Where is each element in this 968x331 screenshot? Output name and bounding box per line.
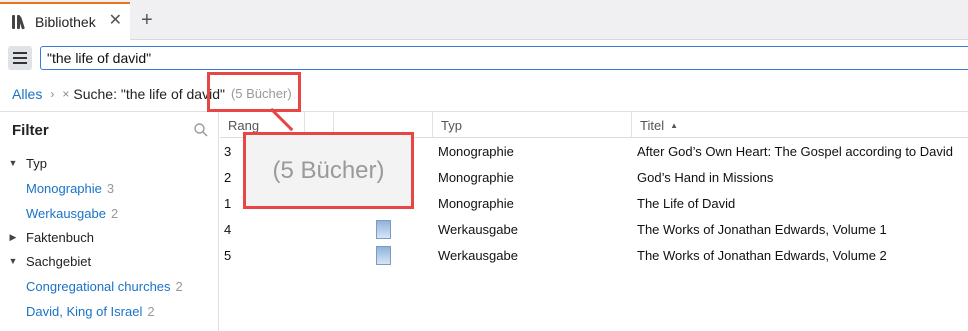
menu-icon[interactable] (8, 46, 32, 70)
sort-ascending-icon: ▲ (670, 120, 678, 130)
breadcrumb-separator: › (50, 86, 55, 101)
breadcrumb-all-link[interactable]: Alles (12, 86, 42, 102)
cell-rank: 2 (224, 169, 232, 185)
facet-group-sachgebiet[interactable]: ▼ Sachgebiet (0, 249, 92, 273)
facet-value-count: 2 (110, 205, 119, 221)
facet-value-count: 2 (147, 303, 155, 319)
expanded-triangle-icon: ▼ (8, 158, 18, 168)
column-header-type[interactable]: Typ (433, 112, 632, 138)
cell-type: Werkausgabe (438, 221, 518, 237)
facet-value-label: David, King of Israel (26, 303, 143, 319)
filter-sidebar: Filter ▼ Typ Monographie 3 Werkausgabe 2… (0, 112, 219, 331)
remove-search-icon[interactable]: × (62, 87, 69, 101)
expanded-triangle-icon: ▼ (8, 256, 18, 266)
tab-title: Bibliothek (35, 14, 96, 30)
cell-type: Monographie (438, 143, 514, 159)
cell-type: Werkausgabe (438, 247, 518, 263)
facet-value-count: 2 (175, 278, 183, 294)
library-icon (12, 15, 28, 30)
facet-value-congregational-churches[interactable]: Congregational churches 2 (0, 274, 183, 298)
cell-title: The Works of Jonathan Edwards, Volume 2 (637, 247, 887, 263)
book-cover-icon (376, 246, 391, 265)
facet-group-label: Faktenbuch (26, 229, 94, 245)
tab-bibliothek[interactable]: Bibliothek ✕ (0, 2, 130, 40)
facet-value-label: Congregational churches (26, 278, 171, 294)
breadcrumb: Alles › × Suche: "the life of david" (5 … (0, 76, 968, 112)
table-row[interactable]: 4 Werkausgabe The Works of Jonathan Edwa… (220, 216, 968, 242)
facet-value-label: Werkausgabe (26, 205, 106, 221)
zoom-callout-text: (5 Bücher) (272, 156, 385, 184)
cell-title: The Works of Jonathan Edwards, Volume 1 (637, 221, 887, 237)
search-icon[interactable] (194, 123, 208, 137)
cell-type: Monographie (438, 169, 514, 185)
cell-rank: 3 (224, 143, 232, 159)
collapsed-triangle-icon: ▶ (9, 231, 17, 242)
facet-value-monographie[interactable]: Monographie 3 (0, 176, 114, 200)
filter-title: Filter (12, 122, 49, 139)
facet-value-label: Monographie (26, 180, 102, 196)
column-header-label: Titel (640, 117, 665, 133)
search-row (0, 40, 968, 76)
tab-bar: Bibliothek ✕ + (0, 0, 968, 40)
cell-rank: 5 (224, 247, 232, 263)
column-header-label: Rang (228, 117, 260, 133)
zoom-callout: (5 Bücher) (243, 132, 414, 209)
cell-title: God’s Hand in Missions (637, 169, 774, 185)
facet-value-werkausgabe[interactable]: Werkausgabe 2 (0, 201, 118, 225)
facet-group-faktenbuch[interactable]: ▶ Faktenbuch (0, 225, 94, 249)
facet-value-count: 3 (106, 180, 115, 196)
column-header-title[interactable]: Titel ▲ (632, 112, 958, 138)
book-cover-icon (376, 220, 391, 239)
facet-group-label: Sachgebiet (26, 253, 92, 269)
facet-group-typ[interactable]: ▼ Typ (0, 151, 47, 175)
close-tab-icon[interactable]: ✕ (109, 13, 122, 29)
cell-type: Monographie (438, 195, 514, 211)
facet-group-label: Typ (26, 155, 47, 171)
breadcrumb-search-label: Suche: "the life of david" (73, 85, 225, 102)
search-input[interactable] (40, 46, 968, 70)
cell-rank: 1 (224, 195, 232, 211)
cell-title: The Life of David (637, 195, 736, 211)
column-header-label: Typ (441, 117, 462, 133)
facet-value-david-king-of-israel[interactable]: David, King of Israel 2 (0, 299, 155, 323)
cell-title: After God’s Own Heart: The Gospel accord… (637, 143, 954, 159)
new-tab-button[interactable]: + (141, 10, 153, 30)
table-row[interactable]: 5 Werkausgabe The Works of Jonathan Edwa… (220, 242, 968, 268)
cell-rank: 4 (224, 221, 232, 237)
highlight-box (207, 72, 301, 112)
